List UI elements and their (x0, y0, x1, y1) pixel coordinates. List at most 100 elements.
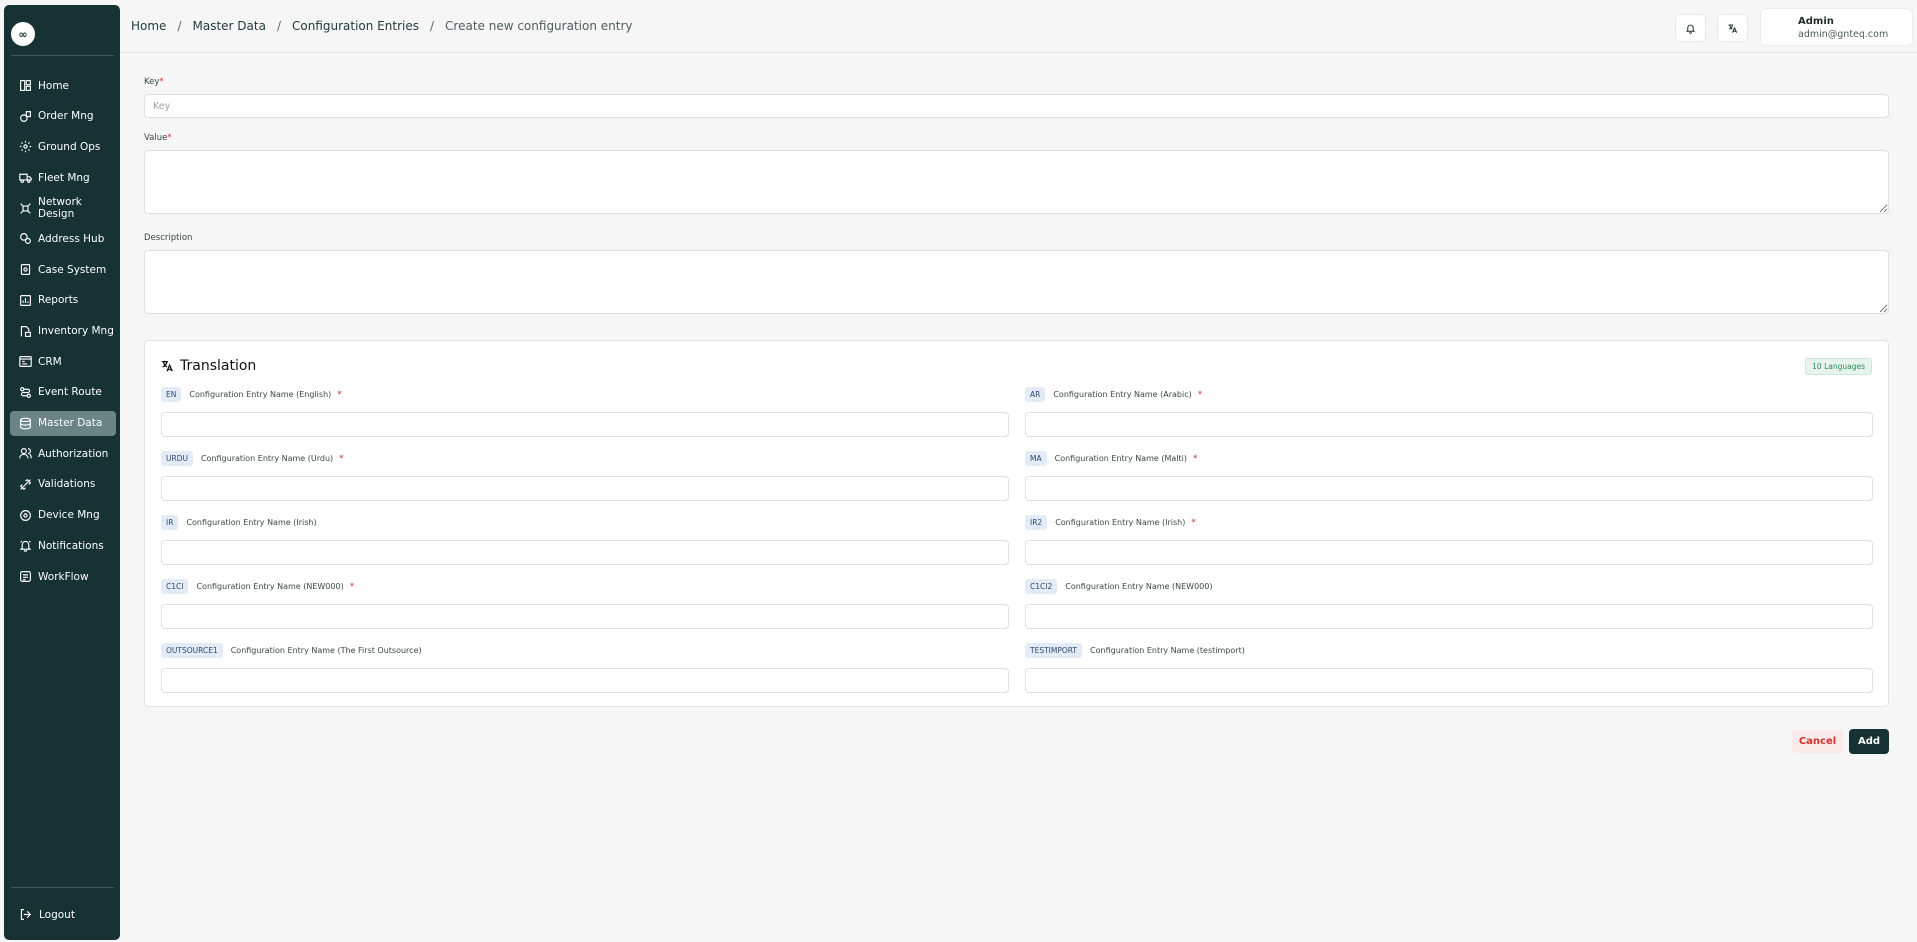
required-mark: * (349, 581, 355, 592)
sidebar-item-case-system[interactable]: Case System (10, 257, 116, 282)
sidebar-item-label: Notifications (38, 539, 104, 552)
language-code-tag: IR (161, 515, 179, 530)
breadcrumb-separator: / (276, 19, 281, 33)
description-label: Description (144, 233, 193, 243)
translation-field-label: Configuration Entry Name (English) (189, 390, 332, 399)
translation-field-en: EN Configuration Entry Name (English) * (161, 386, 1009, 437)
translation-field-testimport: TESTIMPORT Configuration Entry Name (test… (1025, 642, 1873, 693)
sidebar-item-label: Event Route (38, 386, 102, 399)
sidebar-item-label: Master Data (38, 417, 103, 430)
users-icon (19, 447, 32, 460)
translation-field-ma: MA Configuration Entry Name (Malti) * (1025, 450, 1873, 501)
key-input[interactable] (144, 94, 1889, 118)
case-icon (19, 263, 32, 276)
sidebar-item-authorization[interactable]: Authorization (10, 441, 116, 466)
translation-field-header: AR Configuration Entry Name (Arabic) * (1025, 386, 1873, 403)
required-mark: * (337, 389, 342, 400)
bell-icon (1685, 24, 1696, 34)
translation-input-c1ci2[interactable] (1025, 604, 1873, 629)
breadcrumb-master-data[interactable]: Master Data (192, 19, 265, 33)
description-textarea[interactable] (144, 250, 1889, 314)
translation-field-header: IR2 Configuration Entry Name (Irish) * (1025, 514, 1873, 531)
sidebar-item-label: WorkFlow (38, 570, 89, 583)
breadcrumb-home[interactable]: Home (131, 19, 166, 33)
sidebar: ∞ Home Order Mng Ground Ops Fleet Mng Networ… (4, 5, 120, 940)
sidebar-divider-top (11, 55, 114, 56)
sidebar-item-master-data[interactable]: Master Data (10, 410, 116, 436)
cancel-button[interactable]: Cancel (1792, 730, 1843, 753)
user-email: admin@gnteq.com (1798, 29, 1889, 40)
sidebar-item-label: Ground Ops (38, 140, 101, 153)
translation-input-urdu[interactable] (161, 476, 1009, 501)
sidebar-item-label: Address Hub (38, 232, 105, 245)
language-code-tag: IR2 (1025, 515, 1048, 530)
network-icon (19, 202, 32, 215)
inventory-icon (19, 325, 32, 338)
translation-field-label: Configuration Entry Name (Arabic) (1053, 390, 1192, 399)
languages-count-badge: 10 Languages (1805, 358, 1872, 375)
sidebar-divider-bottom (11, 887, 114, 888)
app-logo[interactable]: ∞ (11, 22, 35, 46)
required-mark: * (1191, 517, 1196, 528)
required-mark: * (167, 133, 172, 143)
required-mark: * (159, 77, 164, 87)
translation-card: Translation 10 Languages EN Configuration… (144, 340, 1889, 707)
required-mark: * (1197, 389, 1203, 400)
crm-icon (19, 355, 32, 368)
translation-input-ar[interactable] (1025, 412, 1873, 437)
translation-field-c1ci: C1CI Configuration Entry Name (NEW000) * (161, 578, 1009, 629)
logout-button[interactable]: Logout (19, 908, 75, 921)
translation-field-ir: IR Configuration Entry Name (Irish) (161, 514, 1009, 565)
translation-field-ir2: IR2 Configuration Entry Name (Irish) * (1025, 514, 1873, 565)
breadcrumb-configuration-entries[interactable]: Configuration Entries (292, 19, 419, 33)
translation-field-label: Configuration Entry Name (Malti) (1054, 454, 1188, 463)
translation-field-label: Configuration Entry Name (The First Outs… (230, 646, 422, 655)
user-menu[interactable]: Admin admin@gnteq.com (1760, 8, 1913, 46)
sidebar-item-workflow[interactable]: WorkFlow (10, 564, 116, 589)
sidebar-item-event-route[interactable]: Event Route (10, 380, 116, 405)
translation-field-header: C1CI Configuration Entry Name (NEW000) * (161, 578, 1009, 595)
sidebar-item-notifications[interactable]: Notifications (10, 533, 116, 558)
sidebar-item-crm[interactable]: CRM (10, 349, 116, 374)
value-label: Value* (144, 133, 172, 143)
translate-icon (161, 360, 173, 372)
sidebar-item-home[interactable]: Home (10, 73, 116, 98)
sidebar-item-ground-ops[interactable]: Ground Ops (10, 134, 116, 159)
translation-input-ma[interactable] (1025, 476, 1873, 501)
translation-field-urdu: URDU Configuration Entry Name (Urdu) * (161, 450, 1009, 501)
translation-field-label: Configuration Entry Name (Irish) (186, 518, 317, 527)
language-code-tag: AR (1025, 387, 1046, 402)
sidebar-item-label: Home (38, 79, 70, 92)
add-button[interactable]: Add (1849, 729, 1889, 754)
sidebar-item-validations[interactable]: Validations (10, 472, 116, 497)
translation-field-label: Configuration Entry Name (NEW000) (1065, 582, 1213, 591)
sidebar-item-inventory-mng[interactable]: Inventory Mng (10, 319, 116, 344)
sidebar-item-device-mng[interactable]: Device Mng (10, 503, 116, 528)
value-textarea[interactable] (144, 150, 1889, 214)
translation-input-ir[interactable] (161, 540, 1009, 565)
translate-icon (1728, 23, 1738, 33)
translation-input-ir2[interactable] (1025, 540, 1873, 565)
translation-input-en[interactable] (161, 412, 1009, 437)
sidebar-item-fleet-mng[interactable]: Fleet Mng (10, 165, 116, 190)
sidebar-item-order-mng[interactable]: Order Mng (10, 104, 116, 129)
value-label-text: Value (144, 133, 168, 143)
language-code-tag: EN (161, 387, 182, 402)
translation-field-label: Configuration Entry Name (Irish) (1055, 518, 1186, 527)
language-button[interactable] (1717, 14, 1748, 42)
translation-field-label: Configuration Entry Name (testimport) (1090, 646, 1245, 655)
sidebar-item-label: CRM (38, 355, 62, 368)
sidebar-item-reports[interactable]: Reports (10, 288, 116, 313)
translation-field-label: Configuration Entry Name (Urdu) (200, 454, 334, 463)
breadcrumb-current: Create new configuration entry (445, 19, 633, 33)
sidebar-item-address-hub[interactable]: Address Hub (10, 226, 116, 251)
language-code-tag: URDU (161, 451, 193, 466)
translation-input-testimport[interactable] (1025, 668, 1873, 693)
sidebar-item-network-design[interactable]: Network Design (10, 196, 116, 221)
translation-field-ar: AR Configuration Entry Name (Arabic) * (1025, 386, 1873, 437)
translation-input-c1ci[interactable] (161, 604, 1009, 629)
breadcrumb-separator: / (429, 19, 435, 33)
notifications-button[interactable] (1675, 14, 1706, 42)
breadcrumb: Home / Master Data / Configuration Entri… (131, 19, 632, 33)
translation-input-outsource1[interactable] (161, 668, 1009, 693)
